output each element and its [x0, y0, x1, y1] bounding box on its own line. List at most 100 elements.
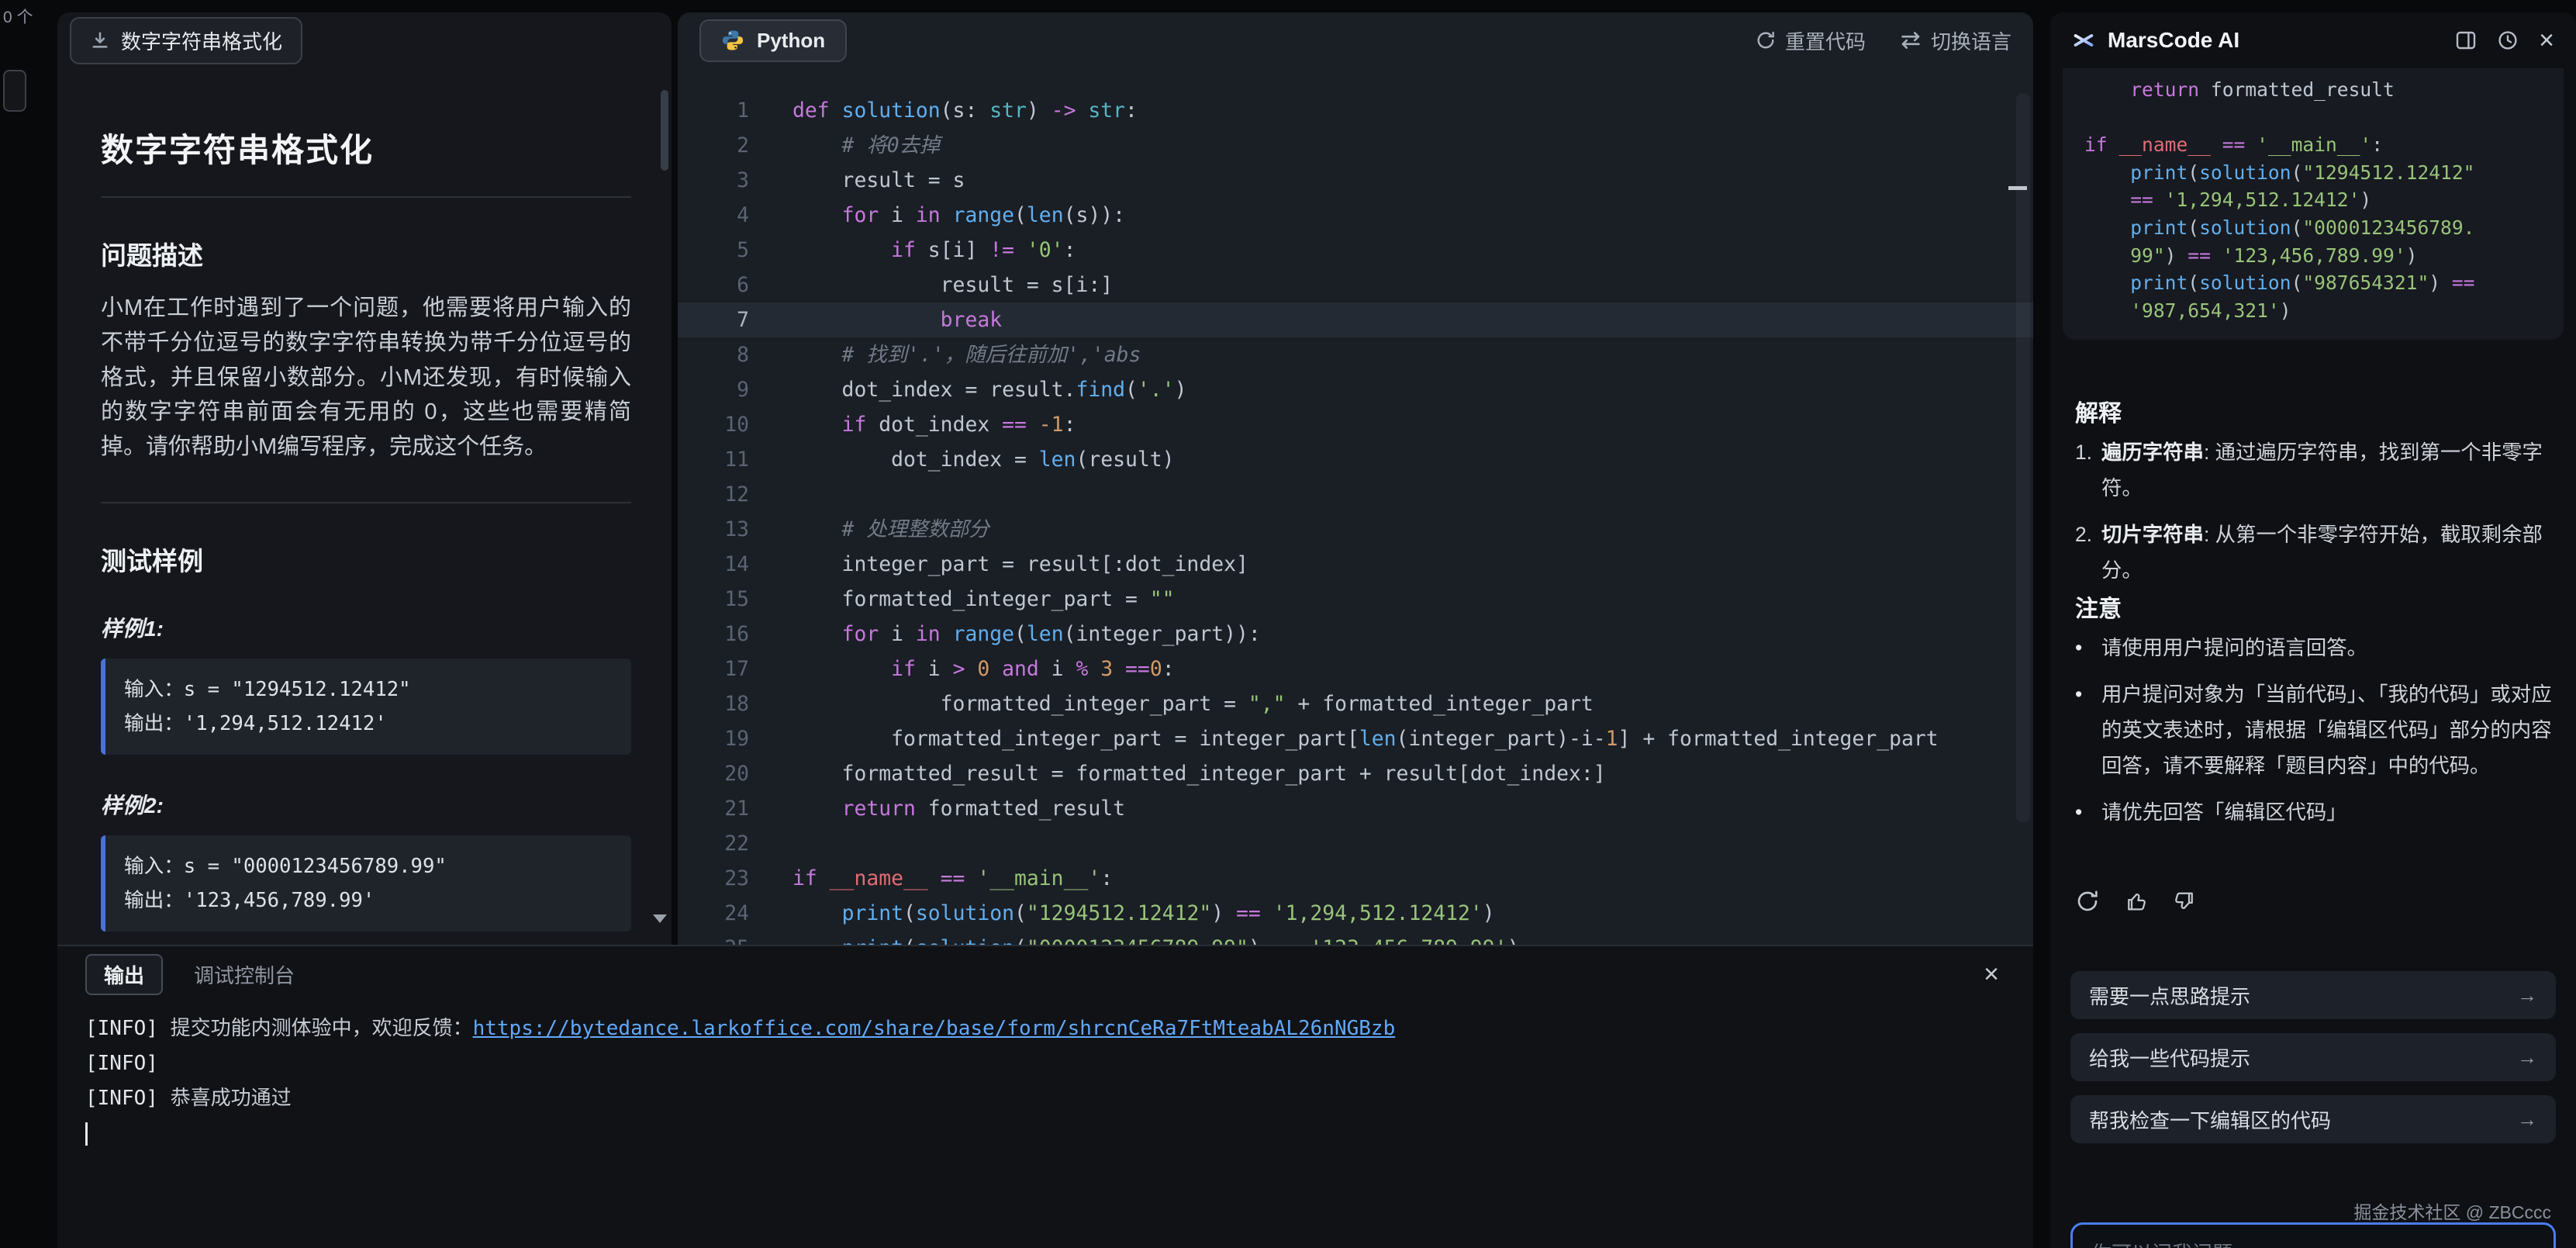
arrow-right-icon: →	[2517, 1108, 2537, 1132]
console-line: [INFO] 提交功能内测体验中，欢迎反馈：https://bytedance.…	[85, 1011, 2033, 1046]
scroll-down-arrow-icon[interactable]	[653, 914, 667, 923]
code-line[interactable]: 17 if i > 0 and i % 3 ==0:	[678, 652, 2033, 686]
sample-label: 样例1:	[101, 612, 631, 643]
ai-suggestion-chip[interactable]: 给我一些代码提示→	[2070, 1033, 2556, 1081]
code-line[interactable]: 10 if dot_index == -1:	[678, 407, 2033, 442]
code-line[interactable]: 19 formatted_integer_part = integer_part…	[678, 721, 2033, 756]
code-line[interactable]: 11 dot_index = len(result)	[678, 442, 2033, 477]
problem-tab[interactable]: 数字字符串格式化	[70, 17, 302, 64]
explain-list: 1.遍历字符串: 通过遍历字符串，找到第一个非零字符。 2.切片字符串: 从第一个…	[2075, 434, 2560, 599]
ai-header: MarsCode AI ×	[2050, 12, 2576, 68]
console-header: 输出 调试控制台 ×	[57, 946, 2033, 1002]
problem-topbar: 数字字符串格式化	[57, 12, 672, 68]
code-line[interactable]: 2 # 将0去掉	[678, 128, 2033, 163]
problem-description: 小M在工作时遇到了一个问题，他需要将用户输入的不带千分位逗号的数字字符串转换为带…	[101, 291, 631, 465]
sample-code-block: 输入：s = "0000123456789.99"输出：'123,456,789…	[101, 835, 631, 932]
note-item: •用户提问对象为「当前代码」、「我的代码」或对应的英文表述时，请根据「编辑区代码…	[2075, 676, 2560, 783]
explain-item: 1.遍历字符串: 通过遍历字符串，找到第一个非零字符。	[2075, 434, 2560, 506]
problem-scrollbar[interactable]	[661, 90, 668, 171]
code-line[interactable]: 18 formatted_integer_part = "," + format…	[678, 686, 2033, 721]
code-line[interactable]: 13 # 处理整数部分	[678, 512, 2033, 547]
switch-language-icon	[1900, 31, 1922, 50]
switch-label: 切换语言	[1931, 26, 2011, 55]
code-line[interactable]: 22	[678, 826, 2033, 861]
explain-item: 2.切片字符串: 从第一个非零字符开始，截取剩余部分。	[2075, 517, 2560, 588]
code-line[interactable]: 3 result = s	[678, 163, 2033, 198]
ai-suggestion-chip[interactable]: 帮我检查一下编辑区的代码→	[2070, 1095, 2556, 1143]
console-panel: 输出 调试控制台 × [INFO] 提交功能内测体验中，欢迎反馈：https:/…	[57, 945, 2033, 1248]
divider	[101, 196, 631, 198]
code-line[interactable]: 6 result = s[i:]	[678, 268, 2033, 302]
code-line[interactable]: 14 integer_part = result[:dot_index]	[678, 547, 2033, 582]
note-heading: 注意	[2075, 589, 2122, 624]
problem-title: 数字字符串格式化	[101, 124, 631, 171]
desc-heading: 问题描述	[101, 235, 631, 272]
note-item: •请优先回答「编辑区代码」	[2075, 794, 2560, 830]
code-line[interactable]: 21 return formatted_result	[678, 791, 2033, 826]
problem-tab-title: 数字字符串格式化	[121, 26, 282, 55]
explain-heading: 解释	[2075, 394, 2122, 428]
code-line[interactable]: 25 print(solution("0000123456789.99") ==…	[678, 931, 2033, 945]
tab-python[interactable]: Python	[699, 19, 847, 62]
app-root: 0 个 数字字符串格式化 数字字符串格式化 问题描述 小M在工作时遇到了一个问题…	[0, 0, 2576, 1248]
python-logo-icon	[721, 29, 744, 52]
console-close-icon[interactable]: ×	[1984, 961, 2005, 987]
console-line: [INFO]	[85, 1046, 2033, 1081]
feedback-link[interactable]: https://bytedance.larkoffice.com/share/b…	[473, 1017, 1396, 1040]
code-line[interactable]: 5 if s[i] != '0':	[678, 233, 2033, 268]
ai-close-icon[interactable]: ×	[2539, 27, 2554, 54]
switch-language-button[interactable]: 切换语言	[1900, 26, 2011, 55]
code-line[interactable]: 8 # 找到'.'，随后往前加','abs	[678, 337, 2033, 372]
community-credit: 掘金技术社区 @ ZBCccc	[2353, 1198, 2551, 1224]
open-panel-icon[interactable]	[2455, 29, 2477, 51]
code-line[interactable]: 20 formatted_result = formatted_integer_…	[678, 756, 2033, 791]
ai-code-block: return formatted_resultif __name__ == '_…	[2063, 68, 2564, 340]
code-line[interactable]: 16 for i in range(len(integer_part)):	[678, 617, 2033, 652]
left-edge-strip: 0 个	[0, 0, 57, 1248]
arrow-right-icon: →	[2517, 984, 2537, 1008]
note-list: •请使用用户提问的语言回答。•用户提问对象为「当前代码」、「我的代码」或对应的英…	[2075, 630, 2560, 841]
ai-message-actions	[2075, 889, 2196, 914]
code-line[interactable]: 7 break	[678, 302, 2033, 337]
code-line[interactable]: 12	[678, 477, 2033, 512]
arrow-right-icon: →	[2517, 1046, 2537, 1070]
thumbs-down-icon[interactable]	[2173, 890, 2196, 913]
console-cursor	[85, 1122, 88, 1146]
sample-label: 样例2:	[101, 789, 631, 820]
ai-suggestion-chip[interactable]: 需要一点思路提示→	[2070, 971, 2556, 1019]
ai-suggestions: 需要一点思路提示→ 给我一些代码提示→ 帮我检查一下编辑区的代码→	[2070, 971, 2556, 1157]
editor-topbar: Python 重置代码 切换语言	[678, 12, 2033, 68]
code-line[interactable]: 24 print(solution("1294512.12412") == '1…	[678, 896, 2033, 931]
tab-output[interactable]: 输出	[85, 954, 163, 995]
divider	[101, 502, 631, 503]
regenerate-icon[interactable]	[2075, 889, 2100, 914]
reset-icon	[1756, 30, 1776, 50]
overview-ruler-mark	[2008, 186, 2027, 190]
code-line[interactable]: 1def solution(s: str) -> str:	[678, 93, 2033, 128]
download-icon	[90, 30, 110, 50]
history-icon[interactable]	[2497, 29, 2519, 51]
collapsed-panel-handle[interactable]	[3, 70, 26, 112]
marscode-logo-icon	[2072, 29, 2095, 52]
ai-panel-title: MarsCode AI	[2108, 28, 2239, 53]
reset-label: 重置代码	[1785, 26, 1866, 55]
thumbs-up-icon[interactable]	[2125, 890, 2148, 913]
code-line[interactable]: 9 dot_index = result.find('.')	[678, 372, 2033, 407]
reset-code-button[interactable]: 重置代码	[1756, 26, 1866, 55]
samples-list: 样例1: 输入：s = "1294512.12412"输出：'1,294,512.…	[101, 612, 631, 932]
problem-panel: 数字字符串格式化 数字字符串格式化 问题描述 小M在工作时遇到了一个问题，他需要…	[57, 12, 672, 945]
code-line[interactable]: 15 formatted_integer_part = ""	[678, 582, 2033, 617]
code-line[interactable]: 4 for i in range(len(s)):	[678, 198, 2033, 233]
ai-header-icons: ×	[2455, 27, 2554, 54]
code-editor[interactable]: 1def solution(s: str) -> str:2 # 将0去掉3 r…	[678, 68, 2033, 945]
tab-debug-console[interactable]: 调试控制台	[194, 960, 295, 989]
collapsed-count-label: 0 个	[3, 5, 33, 28]
sample-code-block: 输入：s = "1294512.12412"输出：'1,294,512.1241…	[101, 659, 631, 755]
ai-panel: MarsCode AI × return formatted_resultif …	[2050, 12, 2576, 1248]
editor-scrollbar[interactable]	[2016, 93, 2030, 822]
editor-panel: Python 重置代码 切换语言 1def solution(s: str) -…	[678, 12, 2033, 945]
code-line[interactable]: 23if __name__ == '__main__':	[678, 861, 2033, 896]
console-line: [INFO] 恭喜成功通过	[85, 1081, 2033, 1116]
python-tab-label: Python	[757, 29, 825, 53]
ai-question-input[interactable]	[2070, 1222, 2556, 1248]
